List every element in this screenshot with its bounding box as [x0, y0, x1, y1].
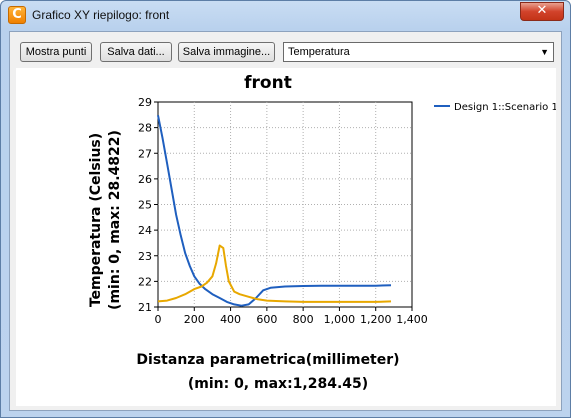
save-image-button[interactable]: Salva immagine... — [178, 42, 275, 62]
window-title: Grafico XY riepilogo: front — [32, 8, 170, 22]
x-tick-label: 400 — [220, 313, 241, 326]
app-logo-icon: C — [8, 6, 26, 24]
x-tick-label: 1,000 — [324, 313, 356, 326]
chart-title: front — [244, 73, 292, 93]
x-tick-label: 0 — [155, 313, 162, 326]
quantity-select-value: Temperatura — [288, 46, 350, 58]
y-tick-label: 22 — [138, 275, 152, 288]
x-tick-label: 1,200 — [360, 313, 392, 326]
legend-label-design1: Design 1::Scenario 1 — [454, 102, 556, 113]
chevron-down-icon: ▼ — [540, 47, 549, 57]
quantity-select[interactable]: Temperatura ▼ — [283, 42, 554, 62]
y-tick-label: 26 — [138, 173, 152, 186]
y-tick-label: 23 — [138, 250, 152, 263]
close-button[interactable]: ✕ — [520, 2, 564, 21]
save-data-button[interactable]: Salva dati... — [100, 42, 172, 62]
y-tick-label: 27 — [138, 147, 152, 160]
x-tick-label: 1,400 — [396, 313, 428, 326]
close-icon: ✕ — [536, 3, 548, 18]
y-axis-sublabel: (min: 0, max: 28.4822) — [107, 130, 123, 310]
y-axis-label: Temperatura (Celsius) — [88, 133, 104, 307]
show-points-button[interactable]: Mostra punti — [20, 42, 92, 62]
x-tick-label: 600 — [256, 313, 277, 326]
x-axis-label: Distanza parametrica(millimeter) — [136, 352, 399, 368]
chart-legend: Design 1::Scenario 1 — [434, 102, 558, 113]
title-bar[interactable]: C Grafico XY riepilogo: front ✕ — [1, 1, 570, 31]
chart-window: C Grafico XY riepilogo: front ✕ Mostra p… — [0, 0, 571, 418]
chart-grid — [157, 101, 413, 308]
y-tick-label: 21 — [138, 301, 152, 314]
y-tick-label: 25 — [138, 199, 152, 212]
y-tick-label: 24 — [138, 224, 152, 237]
x-tick-label: 800 — [293, 313, 314, 326]
x-tick-label: 200 — [184, 313, 205, 326]
x-axis-sublabel: (min: 0, max:1,284.45) — [188, 376, 368, 392]
app-logo-letter: C — [12, 7, 22, 22]
y-tick-label: 29 — [138, 96, 152, 109]
plot-area: front 0 200 400 600 800 1,000 1,200 1,400 21 22 23… — [16, 68, 558, 406]
xy-chart: front 0 200 400 600 800 1,000 1,200 1,400 21 22 23… — [88, 73, 558, 392]
client-area: Mostra punti Salva dati... Salva immagin… — [9, 31, 562, 411]
y-tick-label: 28 — [138, 122, 152, 135]
